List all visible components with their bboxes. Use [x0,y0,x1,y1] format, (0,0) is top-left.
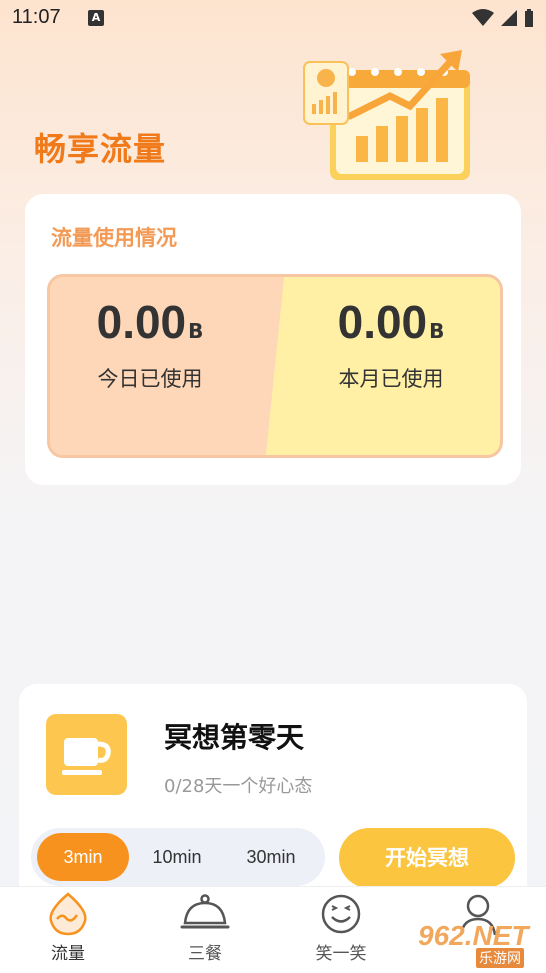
page-title: 畅享流量 [34,130,167,168]
wifi-icon [472,9,494,26]
tab-laugh-label: 笑一笑 [315,944,367,964]
traffic-wave-icon [49,892,87,936]
usage-stats: 0.00 B 今日已使用 0.00 B 本月已使用 [47,274,503,458]
coffee-cup-icon [46,714,127,795]
signal-icon [501,10,517,26]
duration-10min[interactable]: 10min [131,833,223,881]
duration-3min[interactable]: 3min [37,833,129,881]
dish-cover-icon [180,894,230,929]
watermark-sub: 乐游网 [476,948,524,968]
month-usage-unit: B [429,319,445,343]
usage-card: 流量使用情况 0.00 B 今日已使用 0.00 B 本月已使用 [25,194,521,485]
meditation-card: 冥想第零天 0/28天一个好心态 3min 10min 30min 开始冥想 [19,684,527,914]
clock: 11:07 [12,6,61,28]
month-usage-value: 0.00 [337,296,428,348]
today-usage: 0.00 B 今日已使用 [50,295,250,393]
tab-meals[interactable]: 三餐 [155,891,255,964]
today-usage-unit: B [188,319,204,343]
month-usage-label: 本月已使用 [338,367,444,391]
duration-30min[interactable]: 30min [225,833,317,881]
status-bar: 11:07 A [0,0,546,36]
month-usage: 0.00 B 本月已使用 [291,295,491,393]
meditation-subtitle: 0/28天一个好心态 [164,776,313,797]
tab-traffic[interactable]: 流量 [18,891,118,964]
tab-meals-label: 三餐 [188,944,222,964]
usage-title: 流量使用情况 [51,226,177,250]
tab-laugh[interactable]: 笑一笑 [291,891,391,964]
smiley-icon [321,894,361,934]
start-meditation-button[interactable]: 开始冥想 [339,828,515,888]
tab-traffic-label: 流量 [51,944,85,964]
battery-icon [525,9,533,27]
today-usage-value: 0.00 [96,296,187,348]
watermark-logo: 962.NET 乐游网 [404,918,544,968]
meditation-title: 冥想第零天 [164,721,305,754]
chart-calendar-illustration [303,50,470,180]
status-icons [472,8,534,28]
notification-icon: A [88,10,104,26]
today-usage-label: 今日已使用 [97,367,203,391]
duration-selector: 3min 10min 30min [31,828,325,886]
